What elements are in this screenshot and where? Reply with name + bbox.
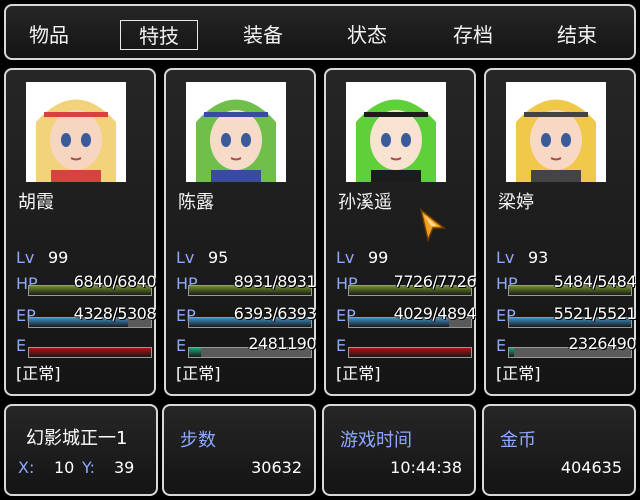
character-name: 孙溪遥	[338, 192, 392, 213]
ep-value: 4029/4894	[393, 304, 477, 323]
lv-value: 95	[208, 248, 229, 267]
e-value: 2326490	[568, 334, 636, 353]
playtime-value: 10:44:38	[390, 458, 462, 477]
steps-value: 30632	[251, 458, 302, 477]
level-row: Lv 99	[336, 248, 472, 270]
character-name: 陈露	[178, 192, 214, 213]
e-bar	[348, 347, 472, 358]
playtime-panel: 游戏时间 10:44:38	[322, 404, 476, 496]
level-row: Lv 93	[496, 248, 632, 270]
e-label: E	[336, 336, 347, 355]
e-row: E	[336, 336, 472, 358]
face-shape	[530, 110, 582, 170]
status-label: [正常]	[16, 364, 61, 383]
clothing-shape	[51, 170, 101, 182]
lv-label: Lv	[16, 248, 35, 267]
face-shape	[50, 110, 102, 170]
clothing-shape	[371, 170, 421, 182]
accessory-shape	[204, 112, 268, 117]
status-label: [正常]	[496, 364, 541, 383]
lv-label: Lv	[496, 248, 515, 267]
hp-row: HP 5484/5484	[496, 272, 637, 296]
hp-value: 8931/8931	[233, 272, 317, 291]
location-panel: 幻影城正一1 X: 10 Y: 39	[4, 404, 158, 496]
accessory-shape	[44, 112, 108, 117]
command-menu: 物品 特技 装备 状态 存档 结束	[4, 4, 636, 60]
character-name: 胡霞	[18, 192, 54, 213]
character-portrait	[186, 82, 286, 182]
hp-row: HP 6840/6840	[16, 272, 157, 296]
pointer-cursor-icon	[419, 208, 447, 242]
e-label: E	[496, 336, 507, 355]
ep-value: 4328/5308	[73, 304, 157, 323]
y-label: Y:	[82, 458, 96, 477]
party-card[interactable]: 梁婷 Lv 93 HP 5484/5484 EP 5521/5521 E 232…	[484, 68, 637, 396]
ep-row: EP 6393/6393	[176, 304, 317, 328]
hp-value: 5484/5484	[553, 272, 637, 291]
playtime-label: 游戏时间	[340, 430, 412, 451]
e-row: E	[16, 336, 152, 358]
party-card[interactable]: 孙溪遥 Lv 99 HP 7726/7726 EP 4029/4894 E [正…	[324, 68, 477, 396]
hp-value: 7726/7726	[393, 272, 477, 291]
level-row: Lv 95	[176, 248, 312, 270]
face-shape	[210, 110, 262, 170]
location-name: 幻影城正一1	[26, 428, 128, 449]
party-card[interactable]: 陈露 Lv 95 HP 8931/8931 EP 6393/6393 E 248…	[164, 68, 317, 396]
e-row: E 2326490	[496, 334, 636, 358]
menu-item-quit[interactable]: 结束	[538, 20, 616, 50]
character-portrait	[346, 82, 446, 182]
e-bar-fill	[349, 348, 471, 357]
steps-panel: 步数 30632	[162, 404, 316, 496]
e-bar-fill	[189, 348, 202, 357]
accessory-shape	[524, 112, 588, 117]
ep-value: 6393/6393	[233, 304, 317, 323]
character-portrait	[506, 82, 606, 182]
x-label: X:	[18, 458, 35, 477]
status-label: [正常]	[336, 364, 381, 383]
level-row: Lv 99	[16, 248, 152, 270]
menu-item-save[interactable]: 存档	[434, 20, 512, 50]
menu-item-items[interactable]: 物品	[10, 20, 88, 50]
e-value: 2481190	[248, 334, 316, 353]
hp-row: HP 8931/8931	[176, 272, 317, 296]
gold-label: 金币	[500, 430, 536, 451]
hp-value: 6840/6840	[73, 272, 157, 291]
lv-value: 99	[48, 248, 69, 267]
party-card[interactable]: 胡霞 Lv 99 HP 6840/6840 EP 4328/5308 E [正常…	[4, 68, 157, 396]
character-name: 梁婷	[498, 192, 534, 213]
ep-row: EP 4029/4894	[336, 304, 477, 328]
steps-label: 步数	[180, 430, 216, 451]
ep-row: EP 5521/5521	[496, 304, 637, 328]
gold-panel: 金币 404635	[482, 404, 636, 496]
y-value: 39	[114, 458, 135, 477]
lv-value: 93	[528, 248, 549, 267]
e-bar-fill	[29, 348, 151, 357]
ep-value: 5521/5521	[553, 304, 637, 323]
clothing-shape	[531, 170, 581, 182]
accessory-shape	[364, 112, 428, 117]
x-value: 10	[54, 458, 75, 477]
lv-label: Lv	[336, 248, 355, 267]
face-shape	[370, 110, 422, 170]
menu-item-equip[interactable]: 装备	[224, 20, 302, 50]
status-label: [正常]	[176, 364, 221, 383]
e-row: E 2481190	[176, 334, 316, 358]
clothing-shape	[211, 170, 261, 182]
e-label: E	[176, 336, 187, 355]
menu-item-status[interactable]: 状态	[328, 20, 406, 50]
lv-value: 99	[368, 248, 389, 267]
ep-row: EP 4328/5308	[16, 304, 157, 328]
e-label: E	[16, 336, 27, 355]
lv-label: Lv	[176, 248, 195, 267]
character-portrait	[26, 82, 126, 182]
hp-row: HP 7726/7726	[336, 272, 477, 296]
menu-item-skills[interactable]: 特技	[120, 20, 198, 50]
gold-value: 404635	[560, 458, 622, 477]
e-bar	[28, 347, 152, 358]
e-bar-fill	[509, 348, 514, 357]
